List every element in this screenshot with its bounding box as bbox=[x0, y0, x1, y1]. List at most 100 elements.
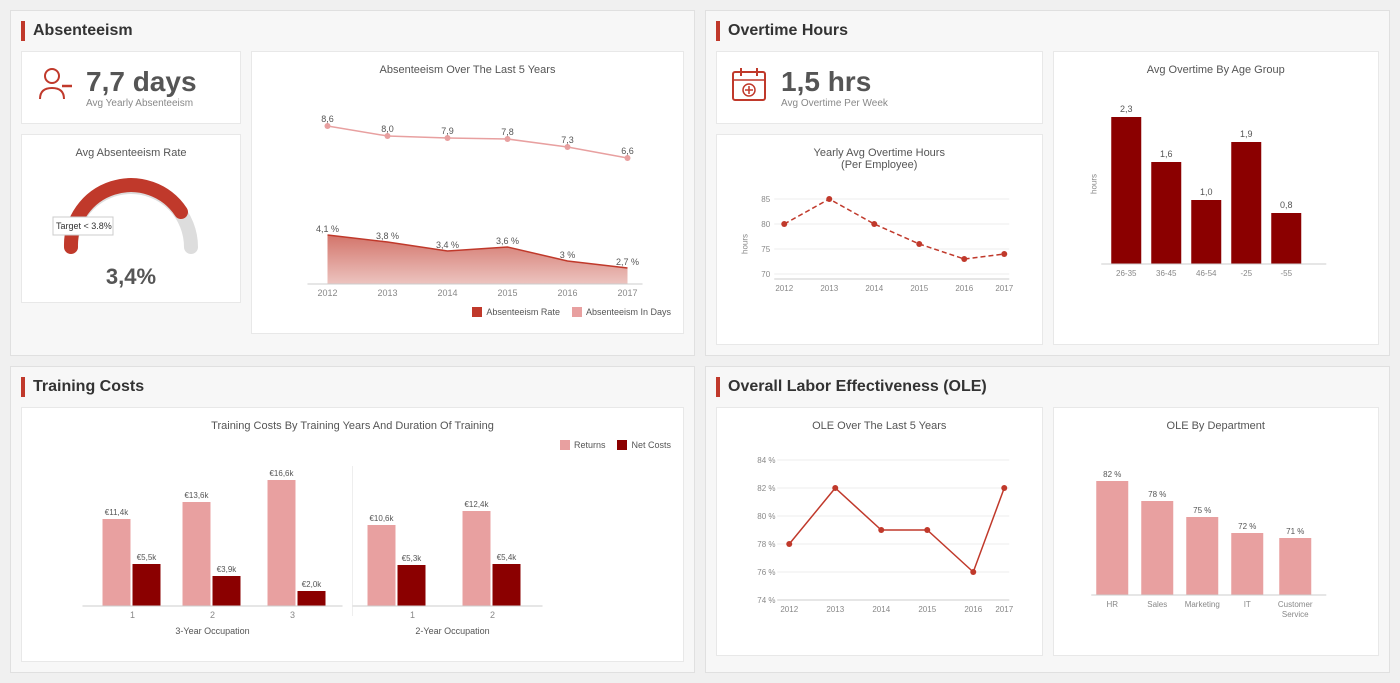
bar-3yr-3-net bbox=[298, 591, 326, 606]
bar-hr bbox=[1096, 481, 1128, 595]
svg-text:78 %: 78 % bbox=[757, 540, 775, 549]
svg-text:2016: 2016 bbox=[557, 288, 577, 298]
svg-text:72 %: 72 % bbox=[1238, 522, 1256, 531]
overtime-age-svg: hours 2,3 1,6 1,0 1,9 bbox=[1066, 84, 1367, 304]
svg-text:36-45: 36-45 bbox=[1156, 269, 1177, 278]
svg-text:2: 2 bbox=[210, 610, 215, 620]
absenteeism-header-bar bbox=[21, 21, 25, 41]
svg-text:7,9: 7,9 bbox=[441, 126, 454, 136]
svg-text:2014: 2014 bbox=[437, 288, 457, 298]
svg-text:1,9: 1,9 bbox=[1239, 129, 1252, 139]
svg-text:3,8 %: 3,8 % bbox=[376, 231, 399, 241]
legend-days-box bbox=[572, 307, 582, 317]
absenteeism-chart-svg: 4,1 % 3,8 % 3,4 % 3,6 % 3 % 2,7 % bbox=[264, 84, 671, 304]
bar-2yr-2-net bbox=[493, 564, 521, 606]
gauge-card: Avg Absenteeism Rate Target < 3.8% 3,4 bbox=[21, 134, 241, 303]
overtime-section: Overtime Hours bbox=[705, 10, 1390, 356]
svg-text:2012: 2012 bbox=[780, 605, 798, 614]
svg-text:-55: -55 bbox=[1280, 269, 1292, 278]
svg-text:85: 85 bbox=[761, 195, 770, 204]
svg-text:3: 3 bbox=[290, 610, 295, 620]
overtime-yearly-chart: Yearly Avg Overtime Hours(Per Employee) … bbox=[716, 134, 1043, 345]
training-chart-svg: €11,4k €5,5k €13,6k €3,9k €16,6k €2,0k 1… bbox=[34, 456, 671, 646]
overtime-content: 1,5 hrs Avg Overtime Per Week Yearly Avg… bbox=[716, 51, 1379, 345]
svg-text:€12,4k: €12,4k bbox=[464, 500, 489, 509]
bar-26-35 bbox=[1111, 117, 1141, 264]
absenteeism-header: Absenteeism bbox=[21, 21, 684, 41]
svg-text:2017: 2017 bbox=[995, 284, 1013, 293]
absenteeism-chart-card: Absenteeism Over The Last 5 Years bbox=[251, 51, 684, 334]
gauge-value: 3,4% bbox=[34, 264, 228, 290]
person-minus-icon bbox=[34, 64, 74, 111]
training-header: Training Costs bbox=[21, 377, 684, 397]
svg-text:3 %: 3 % bbox=[560, 250, 576, 260]
training-legend: Returns Net Costs bbox=[34, 440, 671, 450]
svg-text:€2,0k: €2,0k bbox=[302, 580, 323, 589]
svg-text:2016: 2016 bbox=[955, 284, 973, 293]
overtime-age-chart: Avg Overtime By Age Group hours 2,3 1,6 bbox=[1053, 51, 1380, 345]
svg-text:Service: Service bbox=[1281, 610, 1308, 619]
svg-text:7,8: 7,8 bbox=[501, 127, 514, 137]
bar-3yr-2-net bbox=[213, 576, 241, 606]
overtime-stat-info: 1,5 hrs Avg Overtime Per Week bbox=[781, 66, 888, 109]
training-section: Training Costs Training Costs By Trainin… bbox=[10, 366, 695, 673]
svg-text:€10,6k: €10,6k bbox=[369, 514, 394, 523]
bar-marketing bbox=[1186, 517, 1218, 595]
svg-text:2013: 2013 bbox=[377, 288, 397, 298]
overtime-header-bar bbox=[716, 21, 720, 41]
ole-bar-chart: OLE By Department 82 % 78 % bbox=[1053, 407, 1380, 656]
svg-text:Customer: Customer bbox=[1277, 600, 1312, 609]
svg-text:€5,3k: €5,3k bbox=[402, 554, 423, 563]
training-chart-title: Training Costs By Training Years And Dur… bbox=[34, 420, 671, 432]
svg-text:2: 2 bbox=[490, 610, 495, 620]
svg-text:Marketing: Marketing bbox=[1184, 600, 1219, 609]
svg-text:80: 80 bbox=[761, 220, 770, 229]
absenteeism-stat-info: 7,7 days Avg Yearly Absenteeism bbox=[86, 66, 197, 109]
svg-text:3-Year Occupation: 3-Year Occupation bbox=[175, 626, 249, 636]
bar-2yr-2-returns bbox=[463, 511, 491, 606]
svg-text:8,0: 8,0 bbox=[381, 124, 394, 134]
svg-text:6,6: 6,6 bbox=[621, 146, 634, 156]
overtime-title: Overtime Hours bbox=[728, 22, 848, 40]
svg-text:78 %: 78 % bbox=[1148, 490, 1166, 499]
bar-3yr-1-returns bbox=[103, 519, 131, 606]
calendar-icon bbox=[729, 64, 769, 111]
svg-text:€11,4k: €11,4k bbox=[105, 508, 129, 517]
svg-text:€5,5k: €5,5k bbox=[137, 553, 158, 562]
overtime-yearly-title: Yearly Avg Overtime Hours(Per Employee) bbox=[729, 147, 1030, 171]
legend-net-box bbox=[617, 440, 627, 450]
svg-text:26-35: 26-35 bbox=[1116, 269, 1137, 278]
training-chart-card: Training Costs By Training Years And Dur… bbox=[21, 407, 684, 662]
ole-header-bar bbox=[716, 377, 720, 397]
svg-text:2012: 2012 bbox=[317, 288, 337, 298]
svg-text:75: 75 bbox=[761, 245, 770, 254]
svg-text:2015: 2015 bbox=[497, 288, 517, 298]
legend-days: Absenteeism In Days bbox=[572, 307, 671, 317]
svg-text:1: 1 bbox=[130, 610, 135, 620]
overtime-yearly-svg: hours 85 80 75 70 bbox=[729, 179, 1030, 329]
training-header-bar bbox=[21, 377, 25, 397]
svg-text:2015: 2015 bbox=[910, 284, 928, 293]
svg-text:70: 70 bbox=[761, 270, 770, 279]
svg-text:hours: hours bbox=[1089, 174, 1098, 194]
svg-text:2,3: 2,3 bbox=[1119, 104, 1132, 114]
ole-bar-title: OLE By Department bbox=[1066, 420, 1367, 432]
absenteeism-stat-card: 7,7 days Avg Yearly Absenteeism bbox=[21, 51, 241, 124]
ole-title: Overall Labor Effectiveness (OLE) bbox=[728, 378, 987, 396]
svg-text:84 %: 84 % bbox=[757, 456, 775, 465]
legend-rate-box bbox=[472, 307, 482, 317]
gauge-title: Avg Absenteeism Rate bbox=[34, 147, 228, 159]
bar-3yr-1-net bbox=[133, 564, 161, 606]
ole-bar-svg: 82 % 78 % 75 % 72 % 71 % HR Sales Market… bbox=[1066, 440, 1367, 640]
legend-returns: Returns bbox=[560, 440, 606, 450]
gauge-svg: Target < 3.8% bbox=[51, 167, 211, 257]
bar-36-45 bbox=[1151, 162, 1181, 264]
svg-text:3,6 %: 3,6 % bbox=[496, 236, 519, 246]
overtime-header: Overtime Hours bbox=[716, 21, 1379, 41]
svg-text:1,0: 1,0 bbox=[1199, 187, 1212, 197]
absenteeism-days-label: Avg Yearly Absenteeism bbox=[86, 98, 197, 109]
overtime-left: 1,5 hrs Avg Overtime Per Week Yearly Avg… bbox=[716, 51, 1043, 345]
svg-text:82 %: 82 % bbox=[757, 484, 775, 493]
ole-content: OLE Over The Last 5 Years 84 % 82 % 80 %… bbox=[716, 407, 1379, 656]
svg-text:€13,6k: €13,6k bbox=[184, 491, 209, 500]
